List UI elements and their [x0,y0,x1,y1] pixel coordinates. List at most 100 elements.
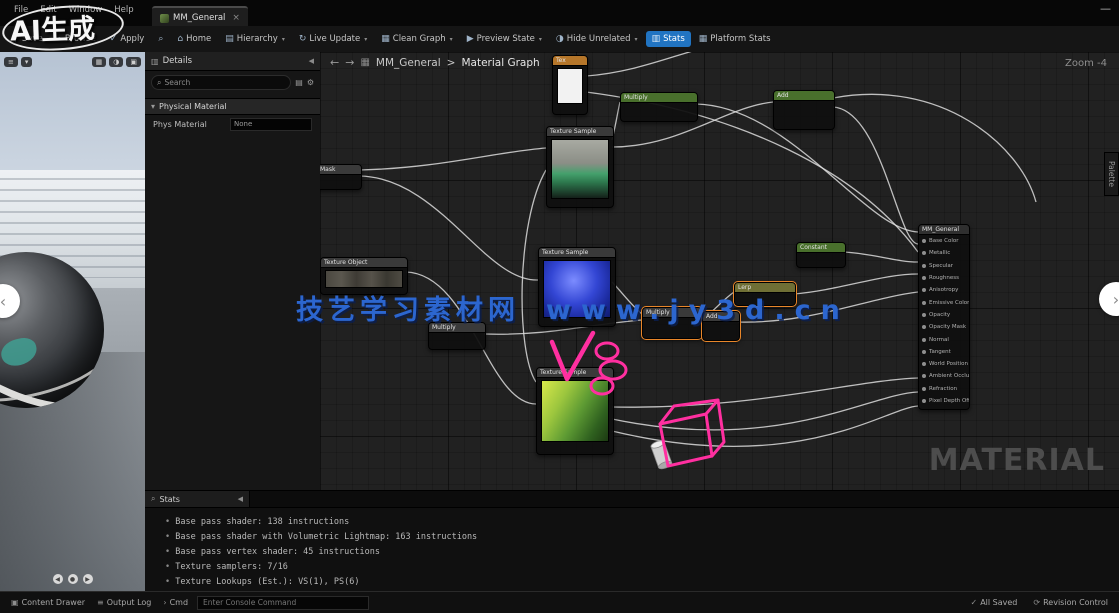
platform-stats-button[interactable]: ▦Platform Stats [693,31,777,47]
chevron-down-icon: ▾ [151,102,155,111]
palette-tab[interactable]: Palette [1104,152,1119,196]
site-watermark-url: www.jy3d.cn [546,295,850,326]
breadcrumb-separator: > [447,57,456,69]
live-update-button[interactable]: ↻Live Update▾ [293,31,373,47]
stats-collapse-icon[interactable]: ◀ [238,495,243,503]
cube-annotation [660,400,718,424]
circle-annotation [591,378,613,394]
details-list-icon[interactable]: ▤ [295,78,303,87]
graph-grid-icon: ▦ [360,57,369,68]
details-property-row: Phys Material None [145,115,320,133]
stats-tab[interactable]: ⌕ Stats ◀ [145,491,250,507]
stat-line: Base pass shader with Volumetric Lightma… [149,529,1119,544]
viewport-option-icon-0[interactable]: ≡ [4,57,18,67]
details-settings-icon[interactable]: ⚙ [307,78,314,87]
site-watermark: 技艺学习素材网 www.jy3d.cn [296,288,850,327]
status-bar: ▣Content Drawer≡Output Log›Cmd ✓All Save… [0,591,1119,613]
chevron-down-icon: ▾ [282,36,285,43]
viewport-display-icon-2[interactable]: ▣ [126,57,141,67]
stats-panel: ⌕ Stats ◀ Base pass shader: 138 instruct… [145,490,1119,593]
hide-unrelated-button[interactable]: ◑Hide Unrelated▾ [550,31,644,47]
output-log-icon: ≡ [97,598,104,607]
stats-search-icon: ⌕ [151,494,155,504]
zoom-level: Zoom -4 [1065,58,1107,69]
platform-stats-icon: ▦ [699,34,708,44]
stat-line: Texture samplers: 7/16 [149,559,1119,574]
forward-arrow-icon[interactable]: → [345,56,354,69]
stats-log: Base pass shader: 138 instructionsBase p… [145,508,1119,589]
details-collapse-icon[interactable]: ◀ [309,57,314,65]
titlebar: FileEditWindowHelp MM_General × — [0,0,1119,27]
breadcrumb-current: Material Graph [461,57,539,69]
clean-graph-icon: ▦ [381,34,390,44]
content-drawer-icon: ▣ [11,598,19,607]
property-value-dropdown[interactable]: None [230,118,312,131]
preview-state-button[interactable]: ▶Preview State▾ [461,31,548,47]
content-drawer-button[interactable]: ▣Content Drawer [6,596,90,609]
viewport-option-icon-1[interactable]: ▾ [21,57,33,67]
revision-control-button[interactable]: ⟳Revision Control [1028,596,1113,609]
circle-annotation [600,361,626,379]
home-button[interactable]: ⌂Home [171,31,217,47]
revision-control-icon: ⟳ [1033,598,1040,607]
breadcrumb: ← → ▦ MM_General > Material Graph [330,56,540,69]
stat-line: Base pass vertex shader: 45 instructions [149,544,1119,559]
search-icon: ⌕ [157,78,161,88]
cube-annotation [660,414,712,466]
cmd-button[interactable]: ›Cmd [158,596,193,609]
clean-graph-button[interactable]: ▦Clean Graph▾ [375,31,458,47]
chevron-down-icon: ▾ [364,36,367,43]
viewport-nav-icon-1[interactable]: ● [68,574,78,584]
cube-annotation [712,400,724,456]
chevron-down-icon: ▾ [539,36,542,43]
back-arrow-icon[interactable]: ← [330,56,339,69]
material-asset-icon [160,14,169,23]
stats-button[interactable]: ▥Stats [646,31,691,47]
viewport-nav: ◀ ● ▶ [53,574,93,584]
property-label: Phys Material [153,120,207,129]
hide-unrelated-icon: ◑ [556,34,564,44]
stat-line: Base pass shader: 138 instructions [149,514,1119,529]
viewport-nav-icon-2[interactable]: ▶ [83,574,93,584]
viewport-display-icon-0[interactable]: ▦ [92,57,107,67]
all-saved-button[interactable]: ✓All Saved [966,596,1023,609]
stat-line: Texture Lookups (Est.): VS(1), PS(6) [149,574,1119,589]
cmd-icon: › [163,598,166,607]
viewport-nav-icon-0[interactable]: ◀ [53,574,63,584]
details-search-input[interactable]: ⌕ Search [151,75,291,90]
details-section-header[interactable]: ▾ Physical Material [145,98,320,115]
details-title: Details [163,56,192,66]
details-panel: ▥ Details ◀ ⌕ Search ▤ ⚙ ▾ Physical Mate… [145,52,321,490]
annotation-layer [320,52,1119,490]
details-icon: ▥ [151,57,159,66]
all-saved-icon: ✓ [971,598,978,607]
material-graph-canvas[interactable]: TexMultiplyAddTexture SampleMaskTexture … [320,52,1119,490]
site-watermark-name: 技艺学习素材网 [296,288,520,327]
hierarchy-button[interactable]: ▤Hierarchy▾ [219,31,291,47]
asset-tab[interactable]: MM_General × [152,6,248,28]
graph-search-icon: ⌕ [158,34,163,44]
preview-state-icon: ▶ [467,34,474,44]
asset-tab-label: MM_General [173,13,225,23]
material-editor-window: FileEditWindowHelp MM_General × — ▼Save⌕… [0,0,1119,613]
viewport-toolbar-right: ▦◑▣ [92,57,141,67]
checkmark-annotation [552,333,593,379]
details-search-placeholder: Search [164,78,190,87]
minimize-button[interactable]: — [1100,2,1111,15]
console-command-input[interactable] [197,596,369,610]
output-log-button[interactable]: ≡Output Log [92,596,156,609]
chevron-down-icon: ▾ [450,36,453,43]
circle-annotation [596,343,618,359]
preview-viewport[interactable]: ≡▾ ▦◑▣ ◀ ● ▶ [0,52,146,592]
toolbar: ▼Save⌕Browse✓Apply⌕⌂Home▤Hierarchy▾↻Live… [0,26,1119,53]
stats-icon: ▥ [652,34,661,44]
viewport-display-icon-1[interactable]: ◑ [109,57,123,67]
close-tab-icon[interactable]: × [232,13,240,23]
live-update-icon: ↻ [299,34,307,44]
breadcrumb-root[interactable]: MM_General [376,57,441,69]
home-icon: ⌂ [177,34,183,44]
graph-search-button[interactable]: ⌕ [152,31,169,47]
ai-watermark: AI生成 [9,7,95,49]
chevron-down-icon: ▾ [635,36,638,43]
hierarchy-icon: ▤ [225,34,234,44]
